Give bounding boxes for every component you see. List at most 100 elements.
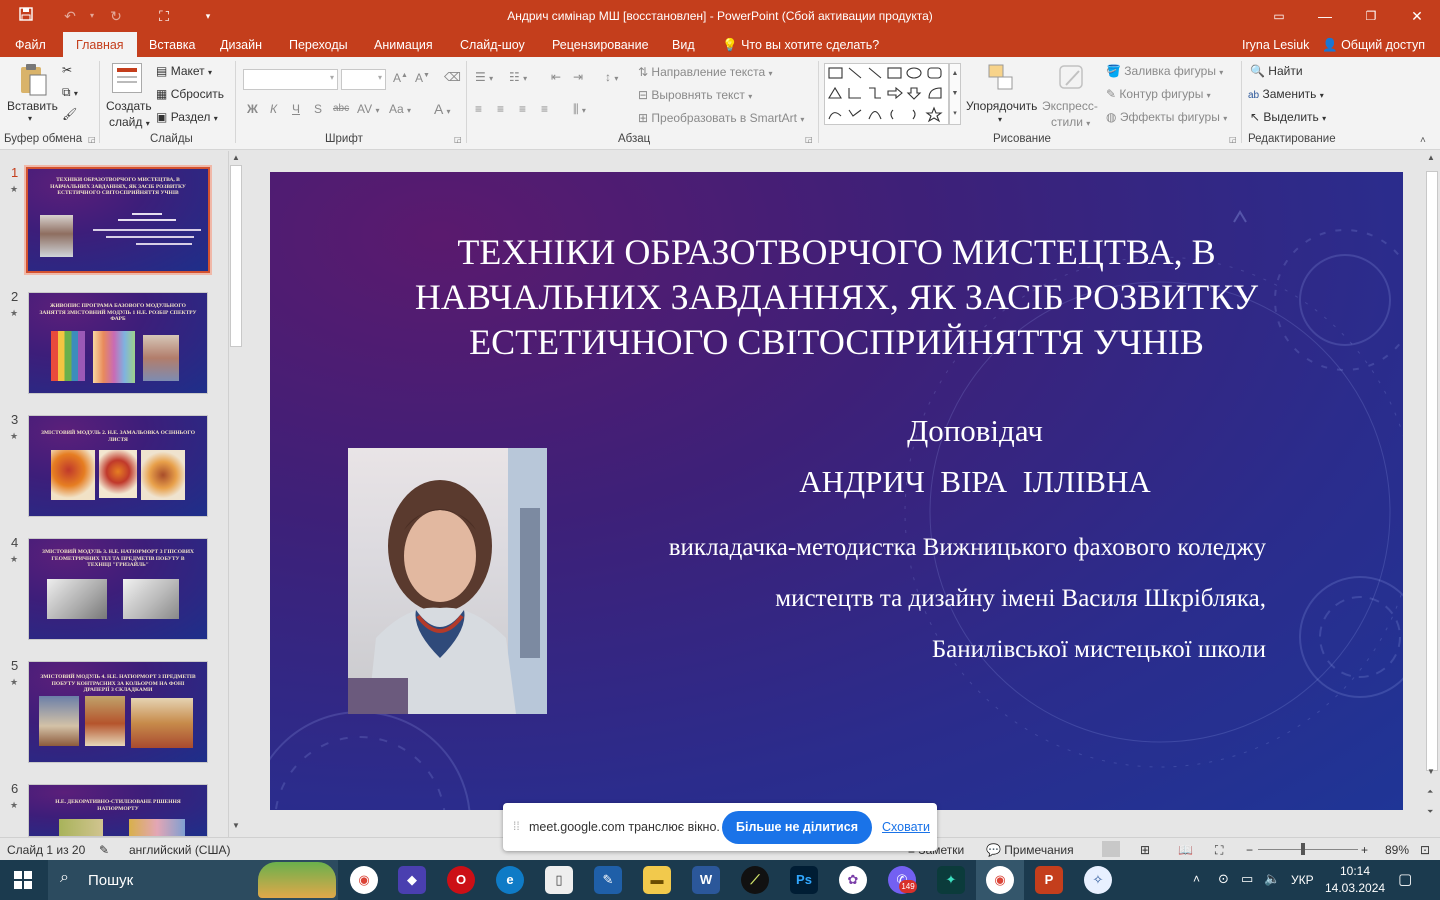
notifications-icon[interactable]: ▢ — [1398, 870, 1412, 888]
minimize-button[interactable]: — — [1302, 0, 1348, 32]
line-spacing-icon[interactable]: ↕ ▾ — [605, 70, 618, 84]
chrome-active-icon[interactable]: ◉ — [986, 866, 1014, 894]
text-direction-button[interactable]: ⇅ Направление текста ▾ — [638, 65, 773, 79]
slide-thumbnail-4[interactable]: ЗМІСТОВИЙ МОДУЛЬ 3. Н.Е. НАТЮРМОРТ З ГІП… — [28, 538, 208, 640]
speaker-title-line-1[interactable]: викладачка-методистка Вижницького фахово… — [669, 534, 1266, 562]
clock[interactable]: 10:14 14.03.2024 — [1325, 864, 1385, 895]
document-app-icon[interactable]: ✎ — [594, 866, 622, 894]
ribbon-display-options-icon[interactable]: ▭ — [1256, 0, 1302, 32]
zoom-level[interactable]: 89% — [1385, 843, 1409, 857]
restore-button[interactable]: ❐ — [1348, 0, 1394, 32]
slide-counter[interactable]: Слайд 1 из 20 — [7, 843, 85, 857]
tab-review[interactable]: Рецензирование — [552, 38, 649, 52]
drag-handle-icon[interactable]: ⁞⁞ — [513, 819, 520, 833]
shape-effects-button[interactable]: ◍ Эффекты фигуры ▾ — [1106, 110, 1227, 124]
zoom-slider[interactable] — [1258, 849, 1358, 850]
photoshop-icon[interactable]: Ps — [790, 866, 818, 894]
volume-icon[interactable]: 🔈 — [1264, 871, 1280, 887]
shapes-gallery-scroll[interactable]: ▲ ▼ ▾ — [949, 63, 961, 125]
shape-outline-button[interactable]: ✎ Контур фигуры ▾ — [1106, 87, 1211, 101]
app-icon[interactable]: ⟋ — [741, 866, 769, 894]
character-spacing-icon[interactable]: AV ▾ — [357, 102, 379, 116]
slide-thumbnail-2[interactable]: ЖИВОПИС ПРОГРАМА БАЗОВОГО МОДУЛЬНОГО ЗАН… — [28, 292, 208, 394]
shadow-icon[interactable]: S — [314, 102, 322, 116]
notepad-icon[interactable]: ▯ — [545, 866, 573, 894]
columns-icon[interactable]: ⫼ ▾ — [573, 102, 586, 117]
cut-icon[interactable]: ✂ — [62, 63, 72, 77]
app-icon[interactable]: ✧ — [1084, 866, 1112, 894]
change-case-icon[interactable]: Aa ▾ — [389, 102, 411, 116]
tray-overflow-icon[interactable]: ˄ — [1193, 872, 1200, 886]
arrange-label[interactable]: Упорядочить — [966, 99, 1037, 113]
smartart-button[interactable]: ⊞ Преобразовать в SmartArt ▾ — [638, 111, 804, 125]
italic-icon[interactable]: К — [270, 102, 277, 116]
thumbnails-scroll-thumb[interactable] — [230, 165, 242, 347]
hide-link[interactable]: Сховати — [882, 820, 930, 834]
app-icon[interactable]: ◆ — [398, 866, 426, 894]
reading-view-icon[interactable]: 📖 — [1178, 843, 1193, 857]
copy-icon[interactable]: ⧉ ▾ — [62, 85, 78, 100]
align-right-icon[interactable]: ≡ — [519, 102, 526, 116]
font-name-select[interactable]: ▾ — [243, 69, 338, 90]
close-button[interactable]: ✕ — [1394, 0, 1440, 32]
slide-thumbnail-1[interactable]: ТЕХНІКИ ОБРАЗОТВОРЧОГО МИСТЕЦТВА, В НАВЧ… — [24, 165, 212, 275]
chrome-icon[interactable]: ◉ — [350, 866, 378, 894]
quick-styles-label-1[interactable]: Экспресс- — [1042, 99, 1098, 113]
drawing-launcher-icon[interactable]: ◲ — [1229, 135, 1237, 144]
replace-button[interactable]: ab Заменить ▾ — [1248, 87, 1324, 101]
windows-start-icon[interactable] — [14, 871, 32, 894]
app-icon[interactable]: ✦ — [937, 866, 965, 894]
comments-button[interactable]: 💬 Примечания — [986, 843, 1074, 857]
font-size-select[interactable]: ▾ — [341, 69, 386, 90]
section-button[interactable]: ▣ Раздел ▾ — [156, 110, 218, 124]
slide-scroll-thumb[interactable] — [1426, 171, 1438, 771]
current-slide[interactable]: ТЕХНІКИ ОБРАЗОТВОРЧОГО МИСТЕЦТВА, В НАВЧ… — [270, 172, 1403, 810]
justify-icon[interactable]: ≡ — [541, 102, 548, 116]
tab-design[interactable]: Дизайн — [220, 38, 262, 52]
normal-view-icon[interactable] — [1102, 841, 1120, 857]
speaker-photo[interactable] — [348, 448, 547, 714]
font-launcher-icon[interactable]: ◲ — [454, 135, 462, 144]
arrange-dropdown-icon[interactable]: ▾ — [998, 115, 1002, 124]
clear-formatting-icon[interactable]: ⌫ — [444, 70, 461, 84]
tab-file[interactable]: Файл — [15, 38, 46, 52]
tab-slideshow[interactable]: Слайд-шоу — [460, 38, 525, 52]
speaker-title-line-3[interactable]: Банилівської мистецької школи — [932, 636, 1266, 664]
picasa-icon[interactable]: ✿ — [839, 866, 867, 894]
layout-button[interactable]: ▤ Макет ▾ — [156, 64, 212, 78]
paste-dropdown-icon[interactable]: ▾ — [28, 114, 32, 123]
decrease-indent-icon[interactable]: ⇤ — [551, 70, 561, 84]
font-color-icon[interactable]: A ▾ — [434, 101, 450, 117]
select-button[interactable]: ↖ Выделить ▾ — [1250, 110, 1326, 124]
tell-me-box[interactable]: 💡 Что вы хотите сделать? — [722, 38, 879, 53]
new-slide-label-2[interactable]: слайд ▾ — [109, 115, 150, 129]
underline-icon[interactable]: Ч — [292, 102, 300, 116]
input-language[interactable]: УКР — [1291, 873, 1314, 887]
powerpoint-icon[interactable]: P — [1035, 866, 1063, 894]
slide-sorter-icon[interactable]: ⊞ — [1140, 843, 1150, 857]
slideshow-view-icon[interactable]: ⛶ — [1215, 843, 1223, 858]
fit-to-window-icon[interactable]: ⊡ — [1420, 843, 1430, 857]
speaker-title-line-2[interactable]: мистецтв та дизайну імені Василя Шкрібля… — [775, 585, 1266, 613]
increase-font-icon[interactable]: A▲ — [393, 71, 408, 85]
slide-thumbnail-3[interactable]: ЗМІСТОВИЙ МОДУЛЬ 2. Н.Е. ЗАМАЛЬОВКА ОСІН… — [28, 415, 208, 517]
speaker-name[interactable]: АНДРИЧ ВІРА ІЛЛІВНА — [750, 464, 1200, 500]
slide-title[interactable]: ТЕХНІКИ ОБРАЗОТВОРЧОГО МИСТЕЦТВА, В НАВЧ… — [270, 230, 1403, 365]
tab-view[interactable]: Вид — [672, 38, 695, 52]
reset-button[interactable]: ▦ Сбросить — [156, 87, 224, 101]
align-left-icon[interactable]: ≡ — [475, 102, 482, 116]
format-painter-icon[interactable]: 🖌 — [62, 107, 77, 121]
share-button[interactable]: 👤 Общий доступ — [1322, 38, 1425, 53]
bold-icon[interactable]: Ж — [247, 102, 258, 116]
increase-indent-icon[interactable]: ⇥ — [573, 70, 583, 84]
zoom-in-icon[interactable]: + — [1361, 843, 1368, 857]
stop-sharing-button[interactable]: Більше не ділитися — [722, 811, 872, 844]
new-slide-label-1[interactable]: Создать — [106, 99, 152, 113]
zoom-out-icon[interactable]: − — [1246, 843, 1253, 857]
shape-fill-button[interactable]: 🪣 Заливка фигуры ▾ — [1106, 64, 1223, 78]
numbering-icon[interactable]: ☷ ▾ — [509, 70, 527, 84]
zoom-slider-thumb[interactable] — [1301, 843, 1305, 855]
tab-home[interactable]: Главная — [63, 32, 137, 57]
shapes-gallery[interactable] — [824, 63, 949, 125]
thumbnails-scrollbar[interactable]: ▲ ▼ — [228, 151, 243, 837]
